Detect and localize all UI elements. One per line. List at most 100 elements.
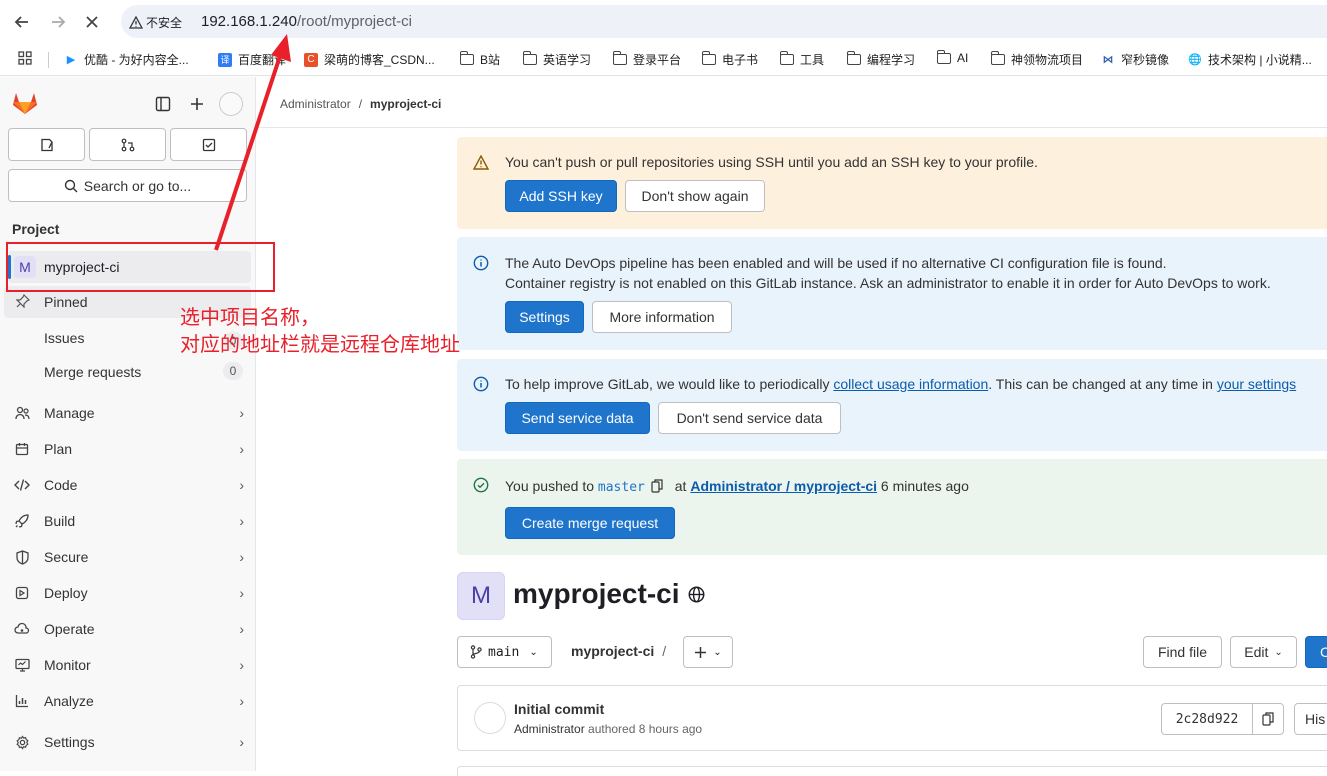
sidebar-item-issues[interactable]: Issues — [44, 330, 84, 346]
cloud-gear-icon — [12, 619, 32, 639]
chevron-right-icon: › — [239, 693, 244, 709]
chevron-right-icon: › — [239, 621, 244, 637]
forward-arrow-icon[interactable] — [46, 10, 70, 34]
breadcrumb-current[interactable]: myproject-ci — [370, 97, 441, 111]
copy-sha-button[interactable] — [1252, 703, 1284, 735]
url-text[interactable]: 192.168.1.240/root/myproject-ci — [201, 13, 412, 30]
bookmark-label: 工具 — [800, 53, 825, 67]
commit-sha[interactable]: 2c28d922 — [1161, 703, 1253, 735]
back-arrow-icon[interactable] — [10, 10, 34, 34]
apps-grid-icon[interactable] — [18, 51, 32, 65]
project-title-text: myproject-ci — [513, 578, 680, 609]
bookmark-youku[interactable]: ▶ 优酷 - 为好内容全... — [64, 51, 189, 68]
bookmark-folder-logistics[interactable]: 神领物流项目 — [990, 51, 1083, 68]
plus-icon[interactable] — [187, 94, 207, 114]
public-globe-icon — [688, 586, 704, 602]
sidebar: Search or go to... Project M myproject-c… — [0, 77, 256, 771]
sidebar-item-deploy[interactable]: Deploy › — [12, 581, 244, 605]
bookmark-folder-programming[interactable]: 编程学习 — [846, 51, 915, 68]
sidebar-item-code[interactable]: Code › — [12, 473, 244, 497]
nav-label: Secure — [44, 549, 89, 565]
create-merge-request-button[interactable]: Create merge request — [505, 507, 675, 539]
merge-requests-quick-button[interactable] — [89, 128, 166, 161]
gitlab-logo-icon[interactable] — [12, 91, 38, 115]
annotation-text: 选中项目名称， 对应的地址栏就是远程仓库地址 — [180, 304, 460, 358]
your-settings-link[interactable]: your settings — [1217, 376, 1296, 392]
address-bar[interactable]: 不安全 192.168.1.240/root/myproject-ci — [121, 5, 1327, 38]
breadcrumb: Administrator / myproject-ci — [280, 97, 441, 111]
send-service-data-button[interactable]: Send service data — [505, 402, 650, 434]
security-indicator[interactable]: 不安全 — [129, 12, 182, 32]
sidebar-item-plan[interactable]: Plan › — [12, 437, 244, 461]
last-commit-panel: Initial commit Administrator authored 8 … — [457, 685, 1327, 751]
search-input[interactable]: Search or go to... — [8, 169, 247, 202]
clone-button[interactable]: C — [1305, 636, 1327, 668]
sidebar-item-merge-requests[interactable]: Merge requests — [44, 364, 141, 380]
commit-author-avatar[interactable] — [474, 702, 506, 734]
repo-path-separator: / — [662, 643, 667, 659]
bookmark-architecture[interactable]: 🌐 技术架构 | 小说精... — [1188, 51, 1312, 68]
auto-devops-alert: The Auto DevOps pipeline has been enable… — [457, 237, 1327, 350]
bookmark-folder-bilibili[interactable]: B站 — [459, 51, 500, 68]
sidebar-item-monitor[interactable]: Monitor › — [12, 653, 244, 677]
folder-icon — [936, 49, 951, 64]
bookmark-csdn[interactable]: C 梁萌的博客_CSDN... — [304, 51, 435, 68]
sidebar-item-analyze[interactable]: Analyze › — [12, 689, 244, 713]
sidebar-toggle-icon[interactable] — [153, 94, 173, 114]
chevron-right-icon: › — [239, 513, 244, 529]
commit-title[interactable]: Initial commit — [514, 701, 604, 717]
bookmark-mirror[interactable]: ⋈ 窄秒镜像 — [1101, 51, 1170, 68]
devops-settings-button[interactable]: Settings — [505, 301, 584, 333]
user-avatar[interactable] — [219, 92, 243, 116]
sidebar-item-settings[interactable]: Settings › — [12, 730, 244, 754]
bookmark-folder-tools[interactable]: 工具 — [779, 51, 825, 68]
sidebar-item-manage[interactable]: Manage › — [12, 401, 244, 425]
copy-branch-icon[interactable] — [651, 478, 671, 498]
breadcrumb-parent[interactable]: Administrator — [280, 97, 351, 111]
nav-label: Operate — [44, 621, 95, 637]
more-information-button[interactable]: More information — [592, 301, 732, 333]
project-link[interactable]: Administrator / myproject-ci — [690, 478, 877, 494]
pinned-label: Pinned — [44, 294, 88, 310]
stop-loading-icon[interactable] — [80, 10, 104, 34]
commit-author[interactable]: Administrator — [514, 722, 585, 736]
code-icon — [12, 475, 32, 495]
issues-quick-button[interactable] — [8, 128, 85, 161]
dont-show-again-button[interactable]: Don't show again — [625, 180, 765, 212]
add-ssh-key-button[interactable]: Add SSH key — [505, 180, 617, 212]
nav-label: Manage — [44, 405, 95, 421]
pushed-branch-name: master — [597, 480, 645, 495]
folder-icon — [990, 51, 1005, 65]
bookmark-folder-login[interactable]: 登录平台 — [612, 51, 681, 68]
history-button[interactable]: His — [1294, 703, 1327, 735]
bookmark-label: 英语学习 — [543, 53, 592, 67]
sidebar-item-build[interactable]: Build › — [12, 509, 244, 533]
edit-dropdown-button[interactable]: Edit ⌄ — [1230, 636, 1297, 668]
todos-quick-button[interactable] — [170, 128, 247, 161]
sidebar-item-operate[interactable]: Operate › — [12, 617, 244, 641]
search-placeholder: Search or go to... — [83, 177, 192, 194]
file-tree-panel — [457, 766, 1327, 776]
breadcrumb-separator: / — [358, 97, 363, 111]
project-avatar-large: M — [457, 572, 505, 620]
folder-icon — [846, 51, 861, 65]
repo-path: myproject-ci / — [571, 643, 666, 659]
folder-icon — [701, 51, 716, 65]
bookmark-folder-english[interactable]: 英语学习 — [522, 51, 592, 68]
bookmark-baidu-translate[interactable]: 译百度翻译 — [218, 51, 286, 68]
bookmark-folder-ai[interactable]: AI — [936, 49, 968, 65]
browser-toolbar: 不安全 192.168.1.240/root/myproject-ci — [0, 0, 1327, 44]
dont-send-service-data-button[interactable]: Don't send service data — [658, 402, 841, 434]
collect-usage-link[interactable]: collect usage information — [833, 376, 988, 392]
add-file-dropdown[interactable]: ⌄ — [683, 636, 733, 668]
folder-icon — [779, 51, 794, 65]
folder-icon — [459, 51, 474, 65]
pin-icon — [16, 294, 30, 308]
devops-alert-line2: Container registry is not enabled on thi… — [505, 275, 1271, 291]
bookmark-folder-ebooks[interactable]: 电子书 — [701, 51, 758, 68]
branch-selector[interactable]: main ⌄ — [457, 636, 552, 668]
sidebar-item-secure[interactable]: Secure › — [12, 545, 244, 569]
find-file-button[interactable]: Find file — [1143, 636, 1222, 668]
repo-path-root[interactable]: myproject-ci — [571, 643, 654, 659]
pushed-branch-alert: You pushed to master at Administrator / … — [457, 459, 1327, 555]
